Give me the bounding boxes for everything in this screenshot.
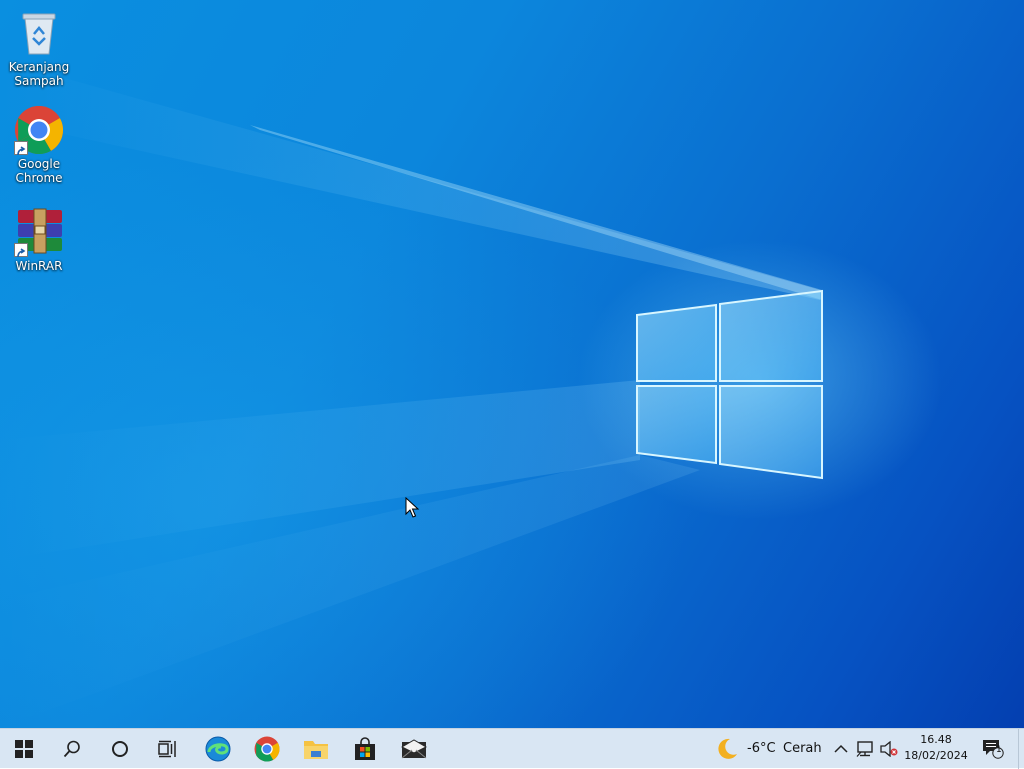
cortana-icon (112, 741, 128, 757)
edge-icon (205, 736, 231, 762)
recycle-bin-icon (14, 8, 64, 58)
notification-count: 1 (996, 745, 1002, 755)
volume-button[interactable] (877, 729, 901, 769)
clock[interactable]: 16.48 18/02/2024 (902, 732, 970, 764)
start-button[interactable] (0, 729, 48, 769)
task-view-button[interactable] (144, 729, 192, 769)
taskbar: -6°C Cerah 16.48 18/02/2024 1 (0, 728, 1024, 769)
desktop-icon-label: Google Chrome (15, 157, 63, 185)
action-center-button[interactable]: 1 (976, 729, 1010, 769)
taskbar-file-explorer-button[interactable] (292, 729, 340, 769)
chevron-up-icon (834, 744, 848, 753)
desktop-icon-winrar[interactable]: WinRAR (4, 207, 74, 273)
taskbar-mail-button[interactable] (390, 729, 438, 769)
desktop-icon-google-chrome[interactable]: Google Chrome (4, 105, 74, 185)
taskbar-store-button[interactable] (341, 729, 389, 769)
show-hidden-icons-button[interactable] (830, 729, 852, 769)
windows-logo (636, 289, 823, 480)
chrome-icon (254, 736, 280, 762)
desktop[interactable]: Keranjang Sampah Google Chrome WinRAR (0, 0, 1024, 728)
folder-icon (304, 741, 328, 759)
volume-muted-icon (880, 741, 898, 757)
mail-icon (401, 739, 427, 759)
clock-time: 16.48 (920, 733, 952, 746)
taskbar-chrome-button[interactable] (243, 729, 291, 769)
shortcut-arrow-icon (14, 243, 28, 258)
desktop-icon-label: WinRAR (15, 259, 63, 273)
weather-condition: Cerah (783, 741, 822, 756)
weather-temperature: -6°C (747, 741, 776, 756)
show-desktop-button[interactable] (1018, 729, 1024, 769)
cortana-button[interactable] (96, 729, 144, 769)
taskbar-edge-button[interactable] (194, 729, 242, 769)
network-button[interactable] (853, 729, 877, 769)
winrar-icon (14, 207, 64, 258)
moon-icon (718, 738, 737, 759)
wallpaper-light-beams (0, 60, 823, 728)
task-view-icon (158, 740, 176, 758)
windows-start-icon (15, 740, 33, 758)
desktop-icon-label: Keranjang Sampah (8, 60, 70, 88)
network-icon (856, 741, 873, 757)
store-icon (355, 737, 375, 760)
weather-widget[interactable]: -6°C Cerah (712, 729, 822, 769)
shortcut-arrow-icon (14, 141, 28, 156)
clock-date: 18/02/2024 (904, 749, 968, 762)
chrome-icon (14, 105, 64, 156)
search-button[interactable] (48, 729, 96, 769)
desktop-icon-recycle-bin[interactable]: Keranjang Sampah (4, 8, 74, 88)
search-icon (63, 740, 80, 758)
mouse-cursor-icon (405, 497, 420, 518)
